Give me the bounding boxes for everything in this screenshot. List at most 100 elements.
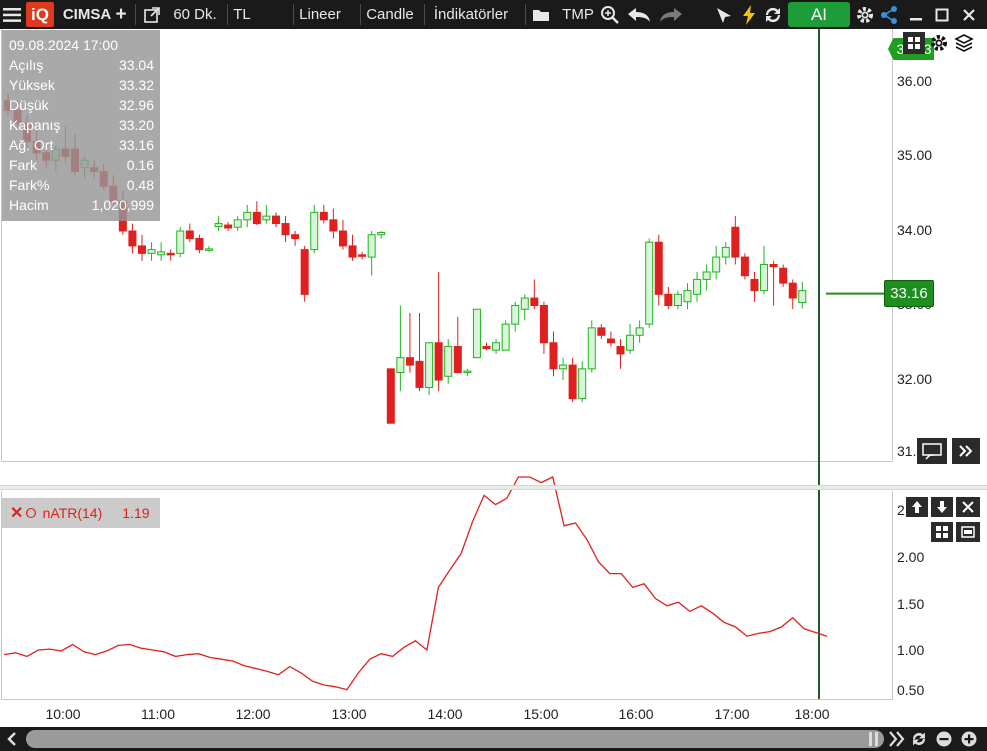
info-value: 0.16 (126, 157, 154, 173)
zoom-out-icon[interactable] (935, 730, 955, 748)
time-tick: 12:00 (235, 706, 271, 722)
indicator-tick: 2 (897, 502, 905, 518)
time-tick: 16:00 (618, 706, 654, 722)
scroll-right-icon[interactable] (952, 438, 980, 464)
candle-body (635, 327, 644, 336)
info-row: Açılış 33.04 (9, 57, 154, 77)
candle-body (740, 256, 749, 277)
time-tick: 18:00 (794, 706, 830, 722)
candle-body (358, 254, 367, 257)
candle-body (204, 248, 213, 251)
horizontal-scrollbar[interactable] (0, 727, 987, 751)
candle-body (137, 245, 146, 254)
info-row: Yüksek 33.32 (9, 77, 154, 97)
zoom-in-icon[interactable] (960, 730, 980, 748)
candle-body (788, 282, 797, 299)
candle-body (386, 368, 395, 424)
panel-window-icon[interactable] (956, 522, 980, 542)
chart-settings-gear-icon[interactable] (929, 33, 949, 53)
candle-body (673, 293, 682, 307)
price-tick: 31. (897, 443, 917, 459)
time-tick: 10:00 (45, 706, 81, 722)
info-row: Fark 0.16 (9, 157, 154, 177)
scroll-forward-icon[interactable] (887, 730, 907, 748)
info-value: 33.20 (118, 117, 154, 133)
candle-body (587, 327, 596, 370)
sync-icon[interactable] (910, 730, 930, 748)
scroll-end-icon[interactable] (866, 730, 886, 748)
candle-body (319, 211, 328, 221)
candle-body (233, 219, 242, 228)
candle-body (559, 364, 568, 370)
panel-divider[interactable] (0, 485, 987, 490)
candle-body (214, 223, 223, 228)
candle-body (415, 360, 424, 388)
candle-body (147, 249, 156, 254)
info-row: Hacim 1,020,999 (9, 197, 154, 217)
candle-body (300, 249, 309, 295)
candle-body (453, 345, 462, 374)
indicator-settings-icon[interactable]: ⭘ (25, 505, 36, 522)
candle-body (511, 305, 520, 325)
info-label: Açılış (9, 57, 44, 73)
remove-indicator-icon[interactable]: ✕ (10, 503, 23, 523)
candle-body (721, 246, 730, 258)
scroll-thumb[interactable] (26, 730, 884, 748)
info-label: Fark% (9, 177, 50, 193)
candle-body (712, 256, 721, 273)
layers-icon[interactable] (954, 33, 976, 53)
candle-body (520, 297, 529, 310)
candle-body (262, 215, 271, 221)
candle-body (472, 308, 481, 359)
candle-body (166, 252, 175, 256)
candle-body (693, 278, 702, 295)
candle-body (501, 323, 510, 351)
candle-body (157, 251, 166, 256)
candle-body (377, 231, 386, 236)
info-label: Kapanış (9, 117, 61, 133)
candle-body (664, 293, 673, 307)
candle-body (243, 211, 252, 221)
candle-body (291, 234, 300, 239)
indicator-tick: 2.00 (897, 549, 925, 565)
info-row: Fark% 0.48 (9, 177, 154, 197)
candle-body (195, 237, 204, 251)
info-datetime: 09.08.2024 17:00 (9, 37, 118, 53)
move-up-icon[interactable] (906, 497, 928, 517)
candle-body (128, 230, 137, 247)
price-tick: 32.00 (897, 371, 933, 387)
candle-body (654, 241, 663, 295)
trading-app: iQ CIMSA + 60 Dk. TL Lineer Candle İndik… (0, 0, 987, 751)
time-tick: 11:00 (141, 706, 175, 722)
candle-body (463, 370, 472, 374)
candle-body (444, 345, 453, 377)
candle-body (367, 234, 376, 258)
time-tick: 17:00 (714, 706, 750, 722)
panel-grid-icon[interactable] (931, 522, 953, 542)
scroll-left-icon[interactable] (4, 731, 20, 747)
candle-body (798, 290, 807, 304)
candle-body (779, 267, 788, 284)
info-label: Fark (9, 157, 37, 173)
screen-icon[interactable] (917, 438, 947, 464)
move-down-icon[interactable] (931, 497, 953, 517)
candle-body (348, 245, 357, 258)
indicator-tick: 1.00 (897, 642, 925, 658)
info-value: 1,020,999 (91, 197, 154, 213)
candle-body (271, 215, 280, 225)
time-tick: 13:00 (331, 706, 367, 722)
candle-body (224, 224, 233, 229)
info-value: 33.32 (118, 77, 154, 93)
indicator-legend: ✕ ⭘ nATR(14) 1.19 (2, 498, 160, 528)
candle-body (185, 230, 194, 239)
candle-body (530, 297, 539, 306)
candle-body (425, 342, 434, 388)
info-value: 33.04 (118, 57, 154, 73)
time-tick: 14:00 (427, 706, 463, 722)
fullscreen-grid-icon[interactable] (903, 32, 925, 54)
price-tick: 36.00 (897, 73, 933, 89)
candle-body (626, 334, 635, 351)
close-panel-icon[interactable] (956, 497, 980, 517)
indicator-tick: 0.50 (897, 682, 925, 698)
candle-body (539, 305, 548, 344)
